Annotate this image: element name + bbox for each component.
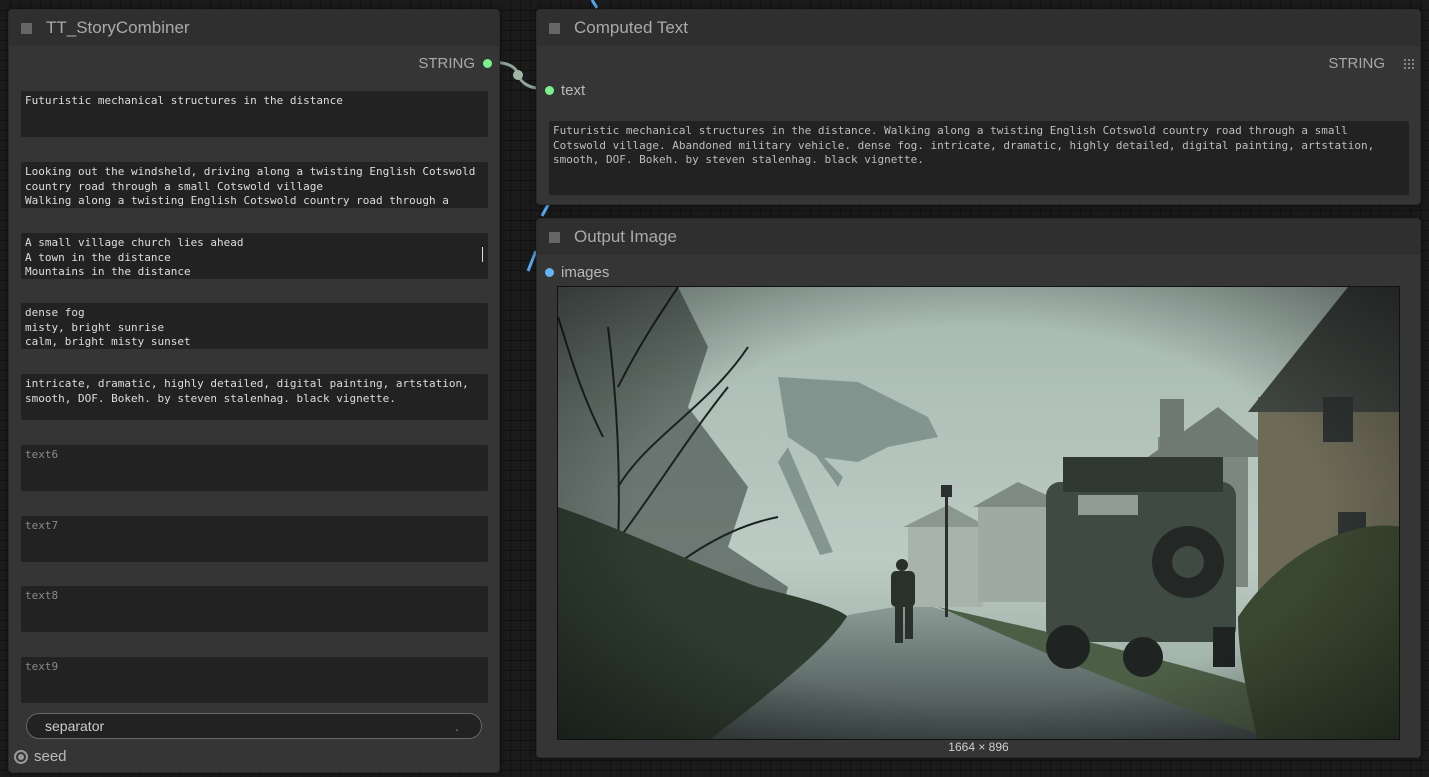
image-dimensions: 1664 × 896 <box>948 740 1009 754</box>
node-title: TT_StoryCombiner <box>46 18 190 37</box>
output-image[interactable] <box>557 286 1400 740</box>
separator-widget[interactable]: separator . <box>26 713 482 739</box>
collapse-toggle-icon[interactable] <box>549 231 560 243</box>
text6-field[interactable]: text6 <box>21 445 488 491</box>
generated-image-illustration <box>558 287 1399 739</box>
collapse-toggle-icon[interactable] <box>549 22 560 34</box>
node-title: Output Image <box>574 227 678 246</box>
list-output-icon[interactable] <box>1404 59 1414 69</box>
output-slot-label: STRING <box>1328 55 1385 72</box>
text1-field[interactable]: Futuristic mechanical structures in the … <box>21 91 488 137</box>
text-cursor <box>482 247 483 262</box>
separator-label: separator <box>45 718 105 734</box>
seed-input-slot[interactable]: seed <box>14 748 67 765</box>
seed-label: seed <box>34 748 67 765</box>
computed-text-display[interactable]: Futuristic mechanical structures in the … <box>549 121 1409 195</box>
text-input-dot[interactable] <box>545 86 554 95</box>
image-link-top <box>590 0 599 9</box>
output-image-node[interactable]: Output Image images 1664 × 896 <box>536 218 1421 758</box>
text5-field[interactable]: intricate, dramatic, highly detailed, di… <box>21 374 488 420</box>
text8-field[interactable]: text8 <box>21 586 488 632</box>
node-header[interactable]: TT_StoryCombiner <box>9 10 499 46</box>
node-header[interactable]: Computed Text <box>537 10 1420 46</box>
collapse-toggle-icon[interactable] <box>21 22 32 34</box>
image-link-bottom <box>526 250 538 272</box>
seed-slot-icon[interactable] <box>14 749 28 764</box>
story-combiner-node[interactable]: TT_StoryCombiner STRING Futuristic mecha… <box>8 9 500 773</box>
separator-value: . <box>455 718 459 734</box>
text9-field[interactable]: text9 <box>21 657 488 703</box>
node-title: Computed Text <box>574 18 689 37</box>
images-input-label: images <box>561 264 610 281</box>
computed-text-node[interactable]: Computed Text STRING text Futuristic mec… <box>536 9 1421 205</box>
text3-field[interactable]: A small village church lies ahead A town… <box>21 233 488 279</box>
images-input-dot[interactable] <box>545 268 554 277</box>
node-header[interactable]: Output Image <box>537 219 1420 255</box>
text2-field[interactable]: Looking out the windsheld, driving along… <box>21 162 488 208</box>
output-slot-dot[interactable] <box>483 59 492 68</box>
text7-field[interactable]: text7 <box>21 516 488 562</box>
text4-field[interactable]: dense fog misty, bright sunrise calm, br… <box>21 303 488 349</box>
text-input-label: text <box>561 82 586 99</box>
link-midpoint <box>513 70 523 80</box>
output-slot-label: STRING <box>418 55 475 72</box>
